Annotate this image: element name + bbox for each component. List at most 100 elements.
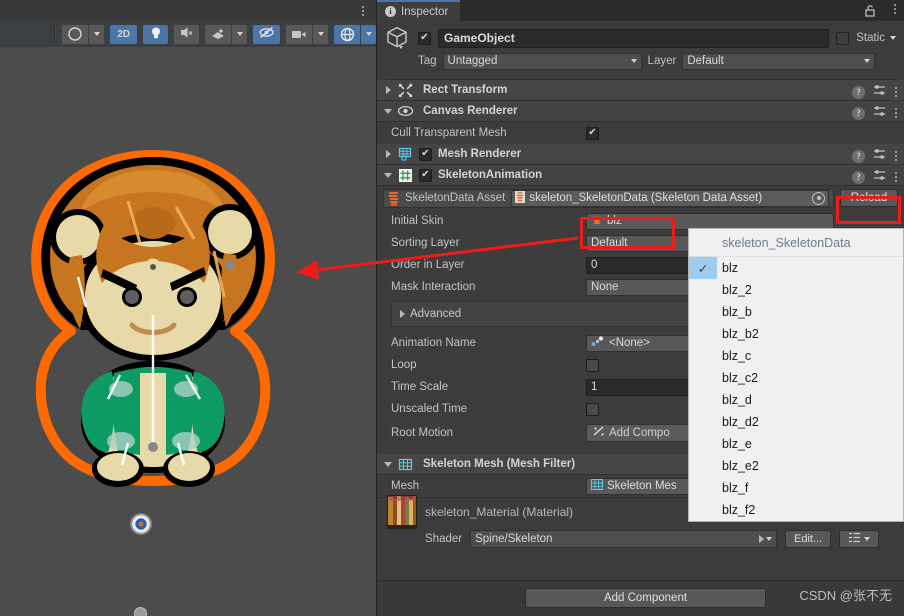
- skin-option-blz_f2[interactable]: blz_f2: [689, 499, 903, 521]
- scene-kebab-menu-icon[interactable]: [356, 3, 370, 19]
- camera-dropdown[interactable]: [286, 24, 328, 44]
- help-icon[interactable]: ?: [852, 85, 865, 99]
- lock-open-icon[interactable]: [864, 4, 876, 22]
- hidden-objects-toggle[interactable]: [253, 24, 280, 44]
- add-component-button[interactable]: Add Component: [525, 588, 766, 608]
- component-title: Rect Transform: [423, 84, 508, 96]
- shading-sphere-icon[interactable]: [62, 24, 88, 44]
- tag-value: Untagged: [447, 55, 498, 67]
- skin-option-blz_f[interactable]: blz_f: [689, 477, 903, 499]
- eye-icon: [396, 103, 414, 119]
- material-foldout-arrow-icon[interactable]: [755, 535, 767, 543]
- initial-skin-dropdown[interactable]: blz: [586, 212, 834, 230]
- camera-caret-icon[interactable]: [313, 24, 328, 44]
- skeletondata-asset-object-field[interactable]: skeleton_SkeletonData (Skeleton Data Ass…: [511, 189, 829, 207]
- settings-sliders-icon[interactable]: [873, 147, 886, 165]
- component-title: Skeleton Mesh (Mesh Filter): [423, 458, 576, 470]
- loop-checkbox[interactable]: [586, 358, 599, 372]
- draw-mode-dropdown[interactable]: [62, 24, 104, 44]
- component-header-canvas-renderer[interactable]: Canvas Renderer ?: [377, 101, 904, 122]
- component-header-mesh-renderer[interactable]: ✔ Mesh Renderer ?: [377, 144, 904, 165]
- component-kebab-menu-icon[interactable]: [894, 108, 898, 118]
- fx-caret-icon[interactable]: [232, 24, 247, 44]
- skin-option-check-slot: [689, 323, 717, 345]
- skin-option-label: blz_c: [722, 349, 752, 363]
- 2d-toggle[interactable]: 2D: [110, 24, 138, 44]
- skin-option-blz_e[interactable]: blz_e: [689, 433, 903, 455]
- skin-option-check-slot: [689, 367, 717, 389]
- help-icon[interactable]: ?: [852, 149, 865, 163]
- shader-dropdown[interactable]: Spine/Skeleton: [470, 530, 778, 548]
- component-kebab-menu-icon[interactable]: [894, 87, 898, 97]
- tag-dropdown[interactable]: Untagged: [442, 52, 642, 70]
- unscaled-time-checkbox[interactable]: [586, 402, 599, 416]
- skin-option-blz_c2[interactable]: blz_c2: [689, 367, 903, 389]
- settings-sliders-icon[interactable]: [873, 104, 886, 122]
- layer-dropdown[interactable]: Default: [682, 52, 876, 70]
- edit-shader-button[interactable]: Edit...: [785, 530, 832, 548]
- settings-sliders-icon[interactable]: [873, 83, 886, 101]
- cube-icon[interactable]: [385, 25, 411, 51]
- component-kebab-menu-icon[interactable]: [894, 172, 898, 182]
- skin-option-blz_e2[interactable]: blz_e2: [689, 455, 903, 477]
- animation-name-value: <None>: [609, 337, 650, 349]
- foldout-arrow-icon[interactable]: [382, 108, 394, 114]
- skin-option-label: blz_2: [722, 283, 752, 297]
- camera-icon[interactable]: [286, 24, 312, 44]
- skin-option-blz_d2[interactable]: blz_d2: [689, 411, 903, 433]
- skin-option-check-slot: [689, 499, 717, 521]
- gizmos-dropdown[interactable]: [334, 24, 376, 44]
- layer-label: Layer: [647, 55, 677, 67]
- skin-option-blz_c[interactable]: blz_c: [689, 345, 903, 367]
- speaker-mute-icon: [179, 26, 194, 42]
- order-in-layer-label: Order in Layer: [391, 259, 465, 271]
- draw-mode-caret-icon[interactable]: [89, 24, 104, 44]
- gizmos-caret-icon[interactable]: [361, 24, 376, 44]
- preset-button[interactable]: [839, 530, 880, 548]
- object-picker-icon[interactable]: [812, 191, 825, 205]
- foldout-arrow-icon[interactable]: [382, 461, 394, 467]
- static-caret-icon[interactable]: [890, 36, 896, 40]
- lighting-toggle[interactable]: [143, 24, 168, 44]
- transform-gizmo-handle[interactable]: [130, 513, 152, 535]
- foldout-arrow-icon[interactable]: [382, 172, 394, 178]
- effects-icon[interactable]: [205, 24, 231, 44]
- help-icon[interactable]: ?: [852, 170, 865, 184]
- skin-option-blz[interactable]: ✓ blz: [689, 257, 903, 279]
- mesh-renderer-enabled-checkbox[interactable]: ✔: [419, 147, 432, 161]
- component-header-rect-transform[interactable]: Rect Transform ?: [377, 80, 904, 101]
- initial-skin-dropdown-popup[interactable]: skeleton_SkeletonData ✓ blz blz_2 blz_b blz_…: [688, 228, 904, 522]
- gameobject-name-input[interactable]: GameObject: [438, 28, 830, 48]
- root-motion-add-component-button[interactable]: Add Compo: [586, 424, 701, 442]
- inspector-kebab-menu-icon[interactable]: [894, 4, 896, 14]
- skin-option-blz_b[interactable]: blz_b: [689, 301, 903, 323]
- component-header-actions: ?: [852, 147, 898, 165]
- component-title: Canvas Renderer: [423, 105, 518, 117]
- audio-toggle[interactable]: [174, 24, 199, 44]
- character-sprite[interactable]: [8, 147, 298, 507]
- skin-option-check-slot: [689, 477, 717, 499]
- fx-dropdown[interactable]: [205, 24, 247, 44]
- help-icon[interactable]: ?: [852, 106, 865, 120]
- skin-option-list[interactable]: ✓ blz blz_2 blz_b blz_b2 blz_c blz_c2 blz_d blz_…: [689, 257, 903, 521]
- foldout-arrow-icon[interactable]: [382, 150, 394, 158]
- tab-inspector[interactable]: i Inspector: [377, 0, 461, 21]
- skeleton-animation-enabled-checkbox[interactable]: ✔: [419, 168, 432, 182]
- pivot-point-marker[interactable]: [134, 607, 147, 616]
- skin-icon: [591, 214, 603, 229]
- skin-option-check-slot: [689, 455, 717, 477]
- reload-button[interactable]: Reload: [840, 189, 898, 207]
- static-checkbox[interactable]: [836, 31, 850, 45]
- cull-transparent-mesh-label: Cull Transparent Mesh: [391, 127, 507, 139]
- scene-canvas[interactable]: [0, 47, 376, 616]
- skin-option-blz_d[interactable]: blz_d: [689, 389, 903, 411]
- component-kebab-menu-icon[interactable]: [894, 151, 898, 161]
- gameobject-enabled-checkbox[interactable]: ✔: [418, 31, 431, 45]
- settings-sliders-icon[interactable]: [873, 168, 886, 186]
- skin-option-blz_b2[interactable]: blz_b2: [689, 323, 903, 345]
- gizmo-globe-icon[interactable]: [334, 24, 360, 44]
- foldout-arrow-icon[interactable]: [382, 86, 394, 94]
- component-header-skeleton-animation[interactable]: ✔ SkeletonAnimation ?: [377, 165, 904, 186]
- skin-option-blz_2[interactable]: blz_2: [689, 279, 903, 301]
- cull-transparent-mesh-checkbox[interactable]: ✔: [586, 126, 599, 140]
